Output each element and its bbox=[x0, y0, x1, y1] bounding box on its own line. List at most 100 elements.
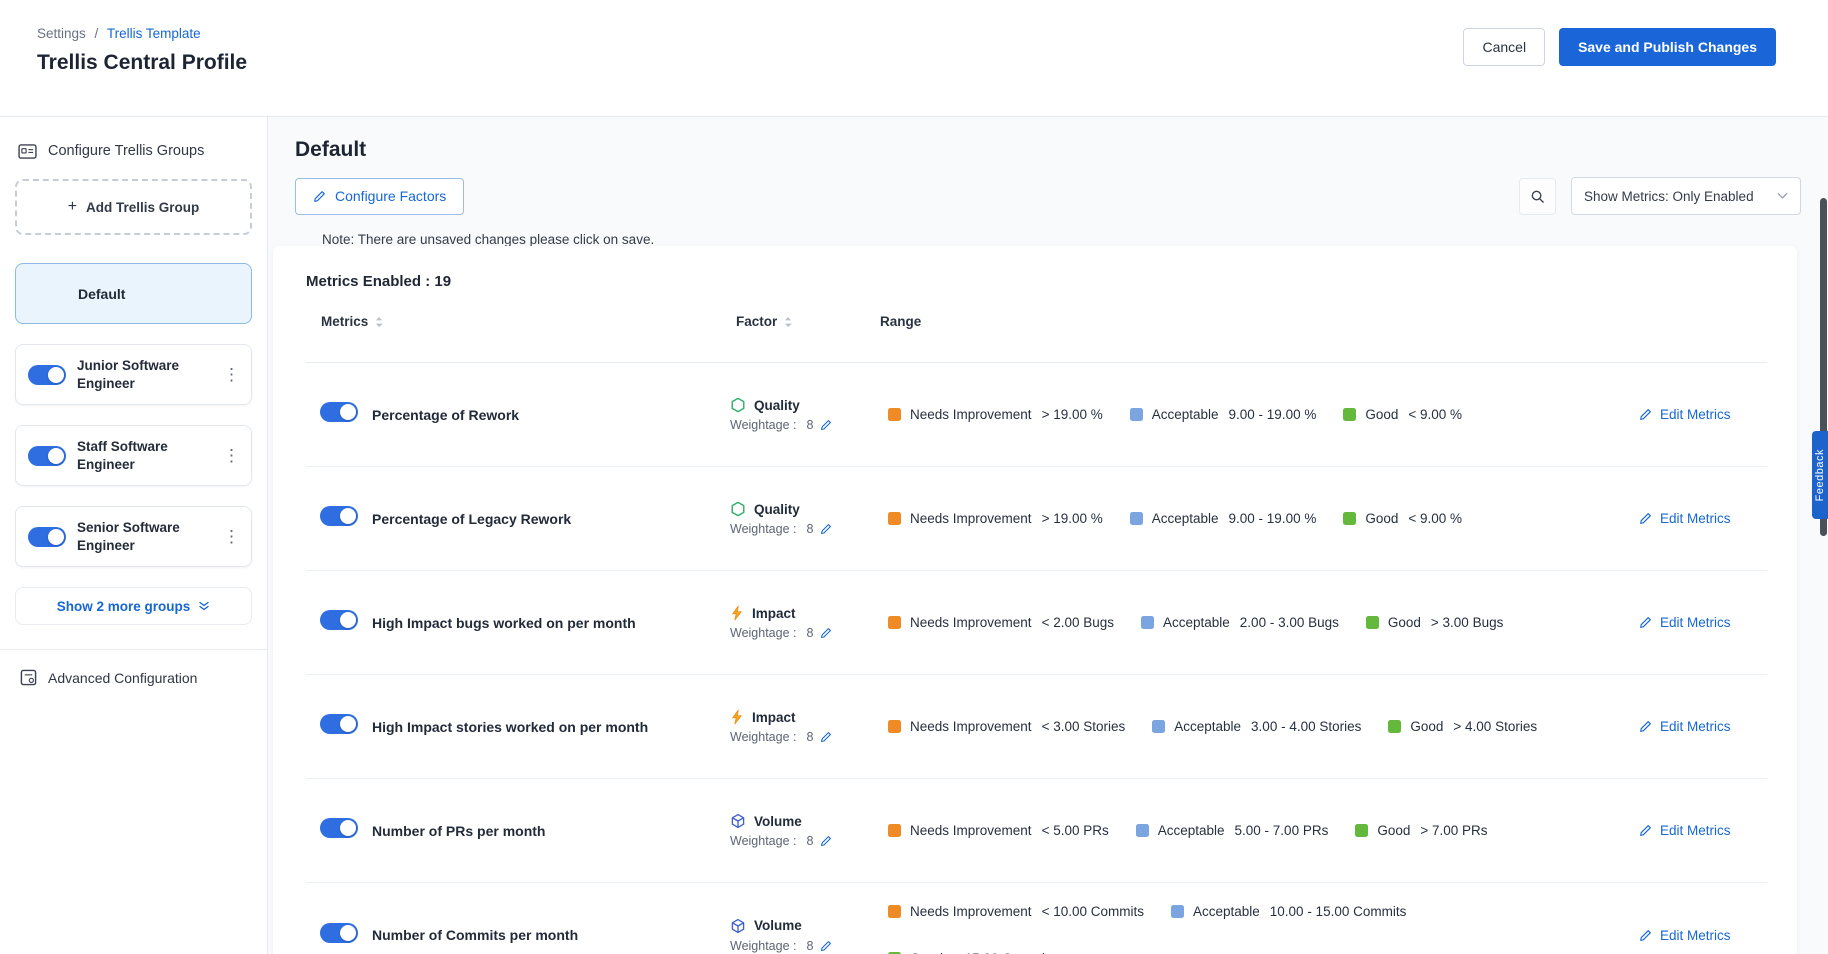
edit-metrics-link[interactable]: Edit Metrics bbox=[1639, 928, 1731, 943]
edit-metrics-link[interactable]: Edit Metrics bbox=[1639, 719, 1731, 734]
quality-icon bbox=[730, 397, 746, 413]
app-header: Settings / Trellis Template Trellis Cent… bbox=[0, 0, 1828, 117]
metric-toggle[interactable] bbox=[320, 506, 358, 526]
range-needs-improvement: Needs Improvement< 3.00 Stories bbox=[888, 719, 1125, 734]
edit-weightage-icon[interactable] bbox=[820, 523, 832, 535]
sidebar-group-default[interactable]: Default bbox=[15, 263, 252, 324]
groups-card-icon bbox=[18, 144, 37, 159]
breadcrumb-settings[interactable]: Settings bbox=[37, 26, 86, 41]
metric-toggle[interactable] bbox=[320, 923, 358, 943]
pencil-icon bbox=[1639, 512, 1652, 525]
column-factor-label: Factor bbox=[736, 314, 777, 329]
metric-toggle[interactable] bbox=[320, 610, 358, 630]
range-color-swatch bbox=[1130, 408, 1143, 421]
volume-icon bbox=[730, 813, 746, 829]
quality-icon bbox=[730, 501, 746, 517]
header-actions: Cancel Save and Publish Changes bbox=[1463, 28, 1776, 66]
range-acceptable: Acceptable10.00 - 15.00 Commits bbox=[1171, 904, 1406, 919]
metric-toggle[interactable] bbox=[320, 714, 358, 734]
show-more-label: Show 2 more groups bbox=[57, 599, 191, 614]
metric-row: High Impact bugs worked on per month Imp… bbox=[306, 571, 1767, 675]
range-color-swatch bbox=[888, 616, 901, 629]
configure-trellis-groups-header: Configure Trellis Groups bbox=[15, 143, 252, 159]
main-content: Default Configure Factors Show Metr bbox=[268, 117, 1828, 954]
range-acceptable: Acceptable2.00 - 3.00 Bugs bbox=[1141, 615, 1339, 630]
sidebar: Configure Trellis Groups + Add Trellis G… bbox=[0, 117, 268, 954]
range-needs-improvement: Needs Improvement< 10.00 Commits bbox=[888, 904, 1144, 919]
metric-row: High Impact stories worked on per month … bbox=[306, 675, 1767, 779]
save-and-publish-button[interactable]: Save and Publish Changes bbox=[1559, 28, 1776, 66]
edit-metrics-link[interactable]: Edit Metrics bbox=[1639, 823, 1731, 838]
kebab-menu-icon[interactable]: ⋮ bbox=[223, 365, 239, 385]
sort-icon[interactable] bbox=[375, 316, 383, 328]
edit-weightage-icon[interactable] bbox=[820, 835, 832, 847]
range-color-swatch bbox=[1355, 824, 1368, 837]
metrics-filter-select[interactable]: Show Metrics: Only Enabled bbox=[1571, 177, 1801, 215]
group-toggle[interactable] bbox=[28, 365, 66, 385]
range-needs-improvement: Needs Improvement> 19.00 % bbox=[888, 511, 1103, 526]
pencil-icon bbox=[1639, 824, 1652, 837]
sidebar-group-senior[interactable]: Senior Software Engineer ⋮ bbox=[15, 506, 252, 567]
search-icon bbox=[1530, 189, 1545, 204]
sort-icon[interactable] bbox=[784, 316, 792, 328]
factor-name: Impact bbox=[752, 710, 796, 725]
volume-icon bbox=[730, 918, 746, 934]
metric-name: Percentage of Rework bbox=[366, 407, 730, 423]
column-range-label: Range bbox=[880, 314, 921, 329]
kebab-menu-icon[interactable]: ⋮ bbox=[223, 527, 239, 547]
group-toggle[interactable] bbox=[28, 527, 66, 547]
edit-metrics-link[interactable]: Edit Metrics bbox=[1639, 511, 1731, 526]
range-color-swatch bbox=[1366, 616, 1379, 629]
metric-row: Number of PRs per month Volume Weightage… bbox=[306, 779, 1767, 883]
range-color-swatch bbox=[1343, 408, 1356, 421]
chevron-down-icon bbox=[1777, 192, 1788, 200]
feedback-tab[interactable]: Feedback bbox=[1812, 431, 1828, 519]
metric-name: High Impact bugs worked on per month bbox=[366, 615, 730, 631]
range-color-swatch bbox=[1171, 905, 1184, 918]
edit-weightage-icon[interactable] bbox=[820, 627, 832, 639]
configure-factors-label: Configure Factors bbox=[335, 188, 446, 204]
range-acceptable: Acceptable3.00 - 4.00 Stories bbox=[1152, 719, 1361, 734]
range-color-swatch bbox=[888, 824, 901, 837]
weightage-label: Weightage : bbox=[730, 418, 796, 432]
range-needs-improvement: Needs Improvement< 2.00 Bugs bbox=[888, 615, 1114, 630]
cancel-button[interactable]: Cancel bbox=[1463, 28, 1545, 66]
advanced-configuration-link[interactable]: Advanced Configuration bbox=[0, 649, 267, 705]
metrics-filter-value: Show Metrics: Only Enabled bbox=[1584, 189, 1754, 204]
metric-toggle[interactable] bbox=[320, 402, 358, 422]
weightage-value: 8 bbox=[806, 626, 813, 640]
unsaved-changes-note: Note: There are unsaved changes please c… bbox=[322, 232, 1801, 247]
range-good: Good< 9.00 % bbox=[1343, 407, 1462, 422]
plus-icon: + bbox=[68, 199, 77, 215]
range-color-swatch bbox=[888, 408, 901, 421]
group-toggle[interactable] bbox=[28, 446, 66, 466]
pencil-icon bbox=[1639, 408, 1652, 421]
sidebar-group-junior[interactable]: Junior Software Engineer ⋮ bbox=[15, 344, 252, 405]
pencil-icon bbox=[1639, 720, 1652, 733]
configure-factors-button[interactable]: Configure Factors bbox=[295, 178, 464, 215]
weightage-label: Weightage : bbox=[730, 730, 796, 744]
search-button[interactable] bbox=[1519, 178, 1556, 215]
feedback-label: Feedback bbox=[1814, 449, 1826, 501]
edit-weightage-icon[interactable] bbox=[820, 731, 832, 743]
add-trellis-group-button[interactable]: + Add Trellis Group bbox=[15, 179, 252, 235]
toolbar: Default Configure Factors Show Metr bbox=[268, 117, 1828, 247]
weightage-value: 8 bbox=[806, 522, 813, 536]
breadcrumb-trellis-template[interactable]: Trellis Template bbox=[107, 26, 201, 41]
edit-weightage-icon[interactable] bbox=[820, 419, 832, 431]
range-color-swatch bbox=[888, 720, 901, 733]
metric-row: Percentage of Rework Quality Weightage :… bbox=[306, 363, 1767, 467]
metric-toggle[interactable] bbox=[320, 818, 358, 838]
pencil-icon bbox=[1639, 616, 1652, 629]
sidebar-group-staff[interactable]: Staff Software Engineer ⋮ bbox=[15, 425, 252, 486]
edit-metrics-link[interactable]: Edit Metrics bbox=[1639, 407, 1731, 422]
weightage-value: 8 bbox=[806, 834, 813, 848]
kebab-menu-icon[interactable]: ⋮ bbox=[223, 446, 239, 466]
show-more-groups-link[interactable]: Show 2 more groups bbox=[15, 587, 252, 625]
add-trellis-group-label: Add Trellis Group bbox=[86, 200, 199, 215]
column-metrics-label: Metrics bbox=[321, 314, 368, 329]
edit-metrics-link[interactable]: Edit Metrics bbox=[1639, 615, 1731, 630]
range-color-swatch bbox=[1343, 512, 1356, 525]
range-color-swatch bbox=[1152, 720, 1165, 733]
edit-weightage-icon[interactable] bbox=[820, 940, 832, 952]
